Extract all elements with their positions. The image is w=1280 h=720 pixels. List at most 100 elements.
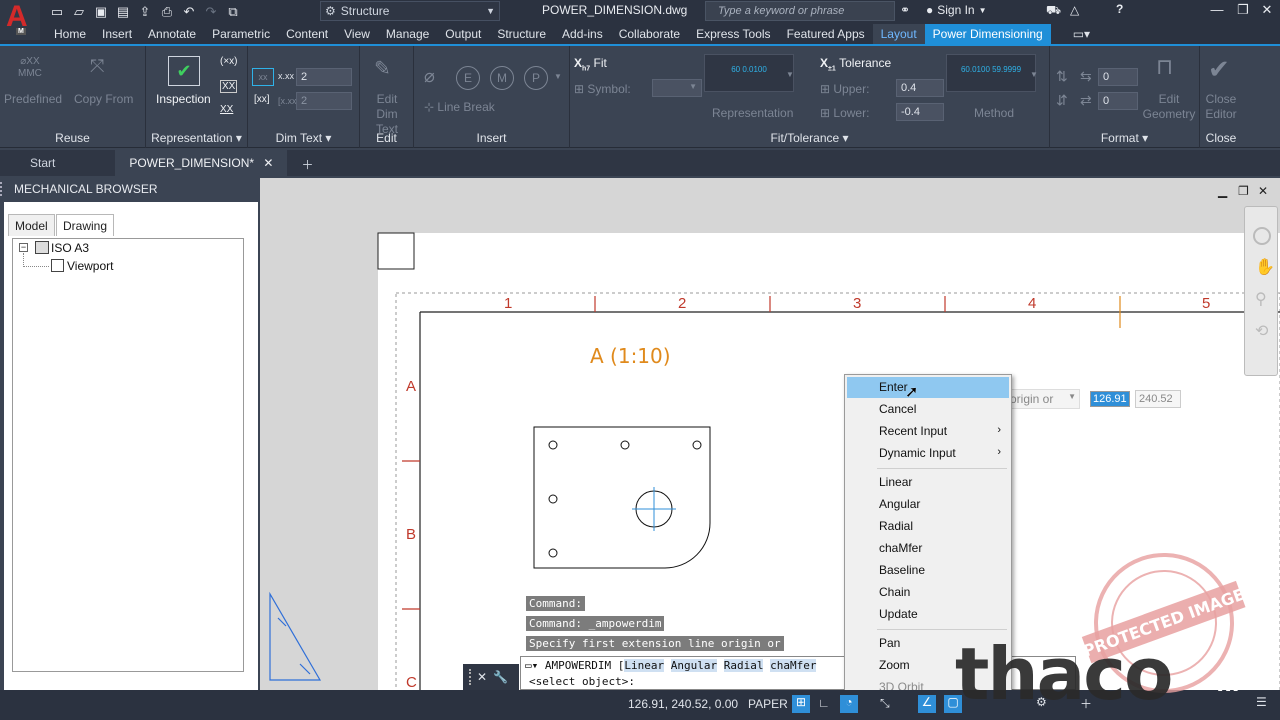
zoom-icon[interactable]: ⚲ [1255,289,1267,309]
close-tab-icon[interactable]: ✕ [263,156,273,170]
drawing-area[interactable]: ▁ ❐ ✕ 1 2 3 4 5 A B C A (1:10) ✋ ⚲ ⟲ ori… [260,178,1280,690]
mmc-symbol-icon[interactable]: M [490,66,514,90]
polar-icon[interactable]: ⤡ [880,696,890,711]
reference-dimension-icon[interactable]: XX [220,104,233,115]
application-menu-button[interactable]: A M [0,0,40,40]
tab-content[interactable]: Content [278,24,336,44]
close-command-icon[interactable]: ✕ [477,670,487,684]
steering-wheel-icon[interactable] [1253,227,1271,245]
binoculars-icon[interactable]: ⚭ [900,3,910,17]
tab-add-ins[interactable]: Add-ins [554,24,611,44]
tab-output[interactable]: Output [437,24,489,44]
tolerance-method-preview[interactable]: 60.0100 59.9999 [946,54,1036,92]
panel-title-dim-text[interactable]: Dim Text ▾ [248,131,359,145]
symbol-dropdown[interactable]: ▼ [652,79,702,97]
save-as-icon[interactable]: ▤ [114,4,132,20]
lower-tolerance-field[interactable]: -0.4 [896,103,944,121]
help-icon[interactable]: ? [1116,2,1123,16]
browser-grip-icon[interactable] [0,182,4,196]
ext-offset-icon[interactable]: ⇄ [1080,92,1092,109]
line-break-button[interactable]: ⊹ Line Break [424,100,495,114]
search-input[interactable]: Type a keyword or phrase [705,1,895,21]
grid-icon[interactable]: ⊞ [792,695,810,713]
osnap-icon[interactable]: ∠ [918,695,936,713]
browser-tab-model[interactable]: Model [8,214,55,236]
format-field-2[interactable]: 0 [1098,92,1138,110]
copy-from-button[interactable]: Copy From [74,92,133,106]
doc-tab-power-dimension[interactable]: POWER_DIMENSION* ✕ [115,150,288,176]
method-dropdown-icon[interactable]: ▼ [1030,70,1038,79]
browser-tab-drawing[interactable]: Drawing [56,214,115,236]
tab-parametric[interactable]: Parametric [204,24,278,44]
tree-item-iso-a3[interactable]: ISO A3 [51,241,89,255]
tab-insert[interactable]: Insert [94,24,140,44]
command-prompt-icon[interactable]: ▭▾ [525,659,545,672]
fit-button[interactable]: Xh7 Fit [574,56,607,72]
paper-space-toggle[interactable]: PAPER [748,697,788,711]
envelope-symbol-icon[interactable]: E [456,66,480,90]
menu-item-recent-input[interactable]: Recent Input › [847,421,1009,442]
undo-icon[interactable]: ↶ [180,4,198,20]
open-file-icon[interactable]: ▱ [70,4,88,20]
precision-field-1[interactable]: 2 [296,68,352,86]
menu-item-cancel[interactable]: Cancel [847,399,1009,420]
menu-item-angular[interactable]: Angular [847,494,1009,515]
menu-item-radial[interactable]: Radial [847,516,1009,537]
option-radial[interactable]: Radial [723,659,764,672]
redo-icon[interactable]: ↷ [202,4,220,20]
tab-express-tools[interactable]: Express Tools [688,24,778,44]
new-tab-button[interactable]: ＋ [287,150,327,176]
customize-icon[interactable]: ☰ [1256,695,1267,709]
option-angular[interactable]: Angular [670,659,718,672]
text-gap-icon[interactable]: ⇅ [1056,68,1068,85]
basic-dimension-icon[interactable]: XX [220,80,238,93]
option-chamfer[interactable]: chaMfer [770,659,817,672]
pan-icon[interactable]: ✋ [1255,257,1275,277]
tree-item-viewport[interactable]: Viewport [67,259,113,273]
fit-representation-preview[interactable]: 60 0.0100 [704,54,794,92]
precision-icon[interactable]: xx [252,68,274,86]
tab-collaborate[interactable]: Collaborate [611,24,688,44]
new-file-icon[interactable]: ▭ [48,4,66,20]
menu-item-linear[interactable]: Linear [847,472,1009,493]
alternate-units-icon[interactable]: [xx] [254,94,270,105]
tab-view[interactable]: View [336,24,378,44]
restore-icon[interactable]: ❐ [1232,2,1254,20]
workspace-dropdown[interactable]: ⚙ Structure ▼ [320,1,500,21]
tolerance-button[interactable]: X±1 Tolerance [820,56,891,72]
menu-item-dynamic-input[interactable]: Dynamic Input › [847,443,1009,464]
tree-collapse-icon[interactable]: − [19,243,28,252]
ribbon-options-icon[interactable]: ▭▾ [1065,24,1098,44]
panel-title-fit-tolerance[interactable]: Fit/Tolerance ▾ [570,131,1049,145]
tab-structure[interactable]: Structure [489,24,554,44]
sign-in-button[interactable]: ● Sign In ▼ [926,3,987,17]
command-input[interactable]: <select object>: [529,675,635,688]
precision-field-2[interactable]: 2 [296,92,352,110]
upper-tolerance-field[interactable]: 0.4 [896,79,944,97]
tab-featured-apps[interactable]: Featured Apps [779,24,873,44]
orbit-icon[interactable]: ⟲ [1255,321,1268,341]
workspace-switch-icon[interactable]: ⧉ [224,4,242,20]
option-linear[interactable]: Linear [624,659,665,672]
tab-home[interactable]: Home [46,24,94,44]
command-grip-icon[interactable] [469,669,471,685]
plot-icon[interactable]: ⎙ [158,4,176,20]
projected-symbol-icon[interactable]: P [524,66,548,90]
symbol-more-icon[interactable]: ▼ [554,72,562,81]
autodesk-app-icon[interactable]: △ [1070,3,1079,17]
minimize-icon[interactable]: — [1206,2,1228,20]
menu-item-chamfer[interactable]: chaMfer [847,538,1009,559]
tab-annotate[interactable]: Annotate [140,24,204,44]
panel-title-representation[interactable]: Representation ▾ [146,131,247,145]
ext-line-icon[interactable]: ⇵ [1056,92,1068,109]
tolerance-format-icon[interactable]: (×x) [220,56,238,67]
dynamic-input-x-field[interactable]: 126.91 [1090,391,1130,407]
panel-title-format[interactable]: Format ▾ [1050,131,1199,145]
ortho-icon[interactable]: ◔ [840,695,858,713]
close-icon[interactable]: ✕ [1256,2,1278,20]
edit-geometry-button[interactable]: Edit Geometry [1142,92,1196,122]
representation-dropdown-icon[interactable]: ▼ [786,70,794,79]
save-icon[interactable]: ▣ [92,4,110,20]
tab-layout[interactable]: Layout [872,24,925,44]
close-editor-button[interactable]: Close Editor [1200,92,1242,122]
